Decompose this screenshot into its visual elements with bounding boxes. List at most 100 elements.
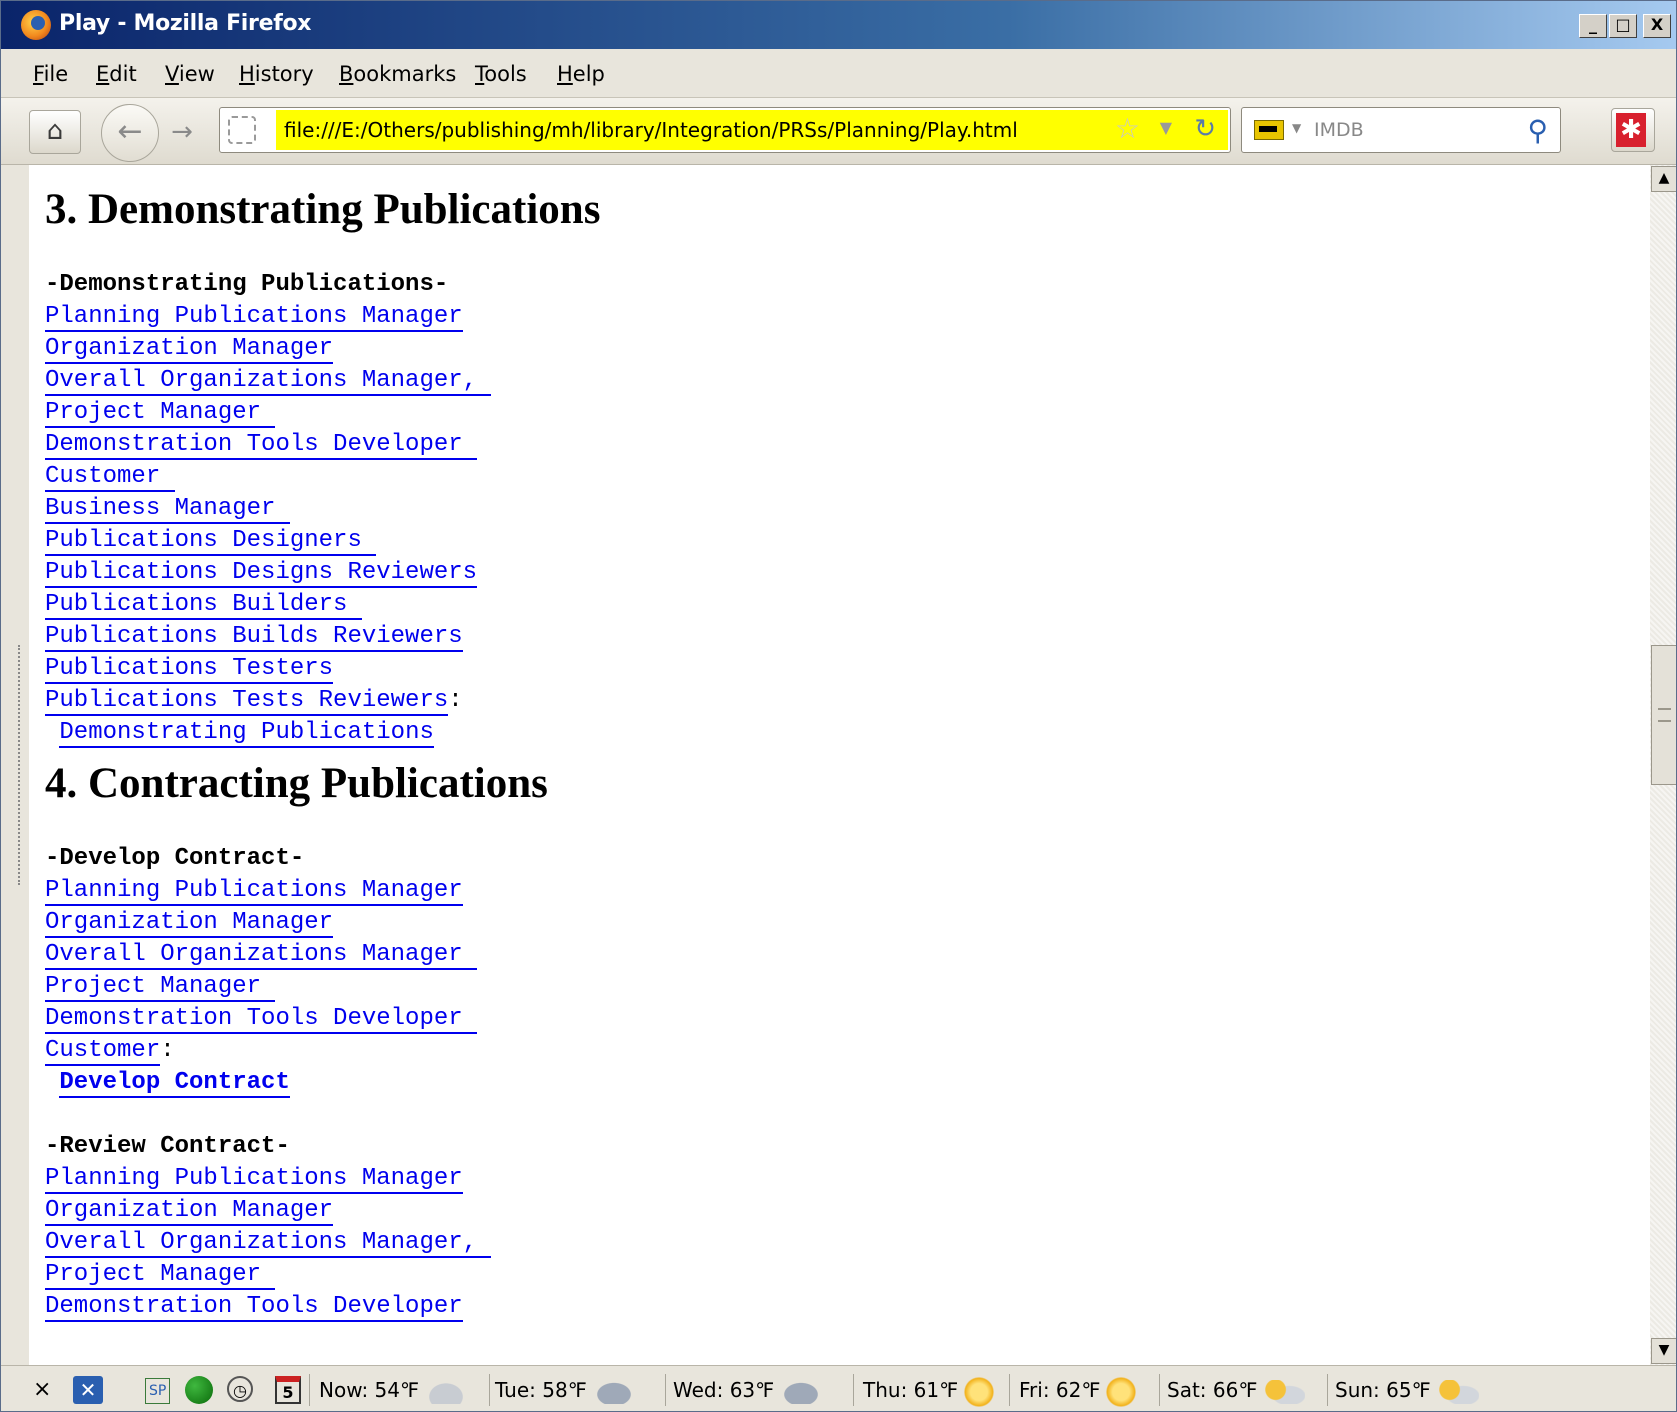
window-title: Play - Mozilla Firefox [59, 11, 312, 36]
weather-sun[interactable]: Sun: 65℉ [1335, 1366, 1479, 1411]
calendar-icon[interactable]: 5 [275, 1376, 301, 1404]
role-link[interactable]: Project Manager [45, 1261, 276, 1290]
weather-label: Now: 54℉ [319, 1378, 420, 1402]
role-link[interactable]: Publications Designs Reviewers [45, 559, 478, 588]
cloud-icon [425, 1379, 468, 1404]
menu-edit[interactable]: Edit [96, 62, 137, 86]
back-button[interactable]: ← [101, 104, 159, 162]
firefox-logo-icon [21, 10, 51, 40]
sun-icon [1106, 1376, 1137, 1407]
section-heading: 3. Demonstrating Publications [45, 186, 601, 233]
block-header: -Review Contract- [45, 1133, 290, 1160]
weather-thu[interactable]: Thu: 61℉ [863, 1366, 995, 1411]
search-box[interactable]: ▼ IMDB ⚲ [1241, 107, 1561, 153]
role-link[interactable]: Publications Testers [45, 655, 334, 684]
sidebar-splitter-grip[interactable] [18, 645, 22, 885]
activity-link[interactable]: Demonstrating Publications [59, 719, 434, 748]
bookmark-star-icon[interactable]: ☆ [1115, 112, 1140, 145]
role-link[interactable]: Publications Designers [45, 527, 377, 556]
role-link[interactable]: Organization Manager [45, 909, 334, 938]
sp-icon[interactable]: SP [145, 1378, 171, 1404]
close-addon-bar-icon[interactable]: × [33, 1366, 51, 1411]
role-link[interactable]: Customer [45, 1037, 161, 1066]
partly-cloudy-icon [1263, 1379, 1306, 1404]
search-engine-dropdown-icon[interactable]: ▼ [1292, 121, 1301, 135]
partly-cloudy-icon [1436, 1379, 1479, 1404]
imdb-engine-icon[interactable] [1254, 120, 1284, 140]
weather-label: Tue: 58℉ [495, 1378, 587, 1402]
menu-history[interactable]: History [239, 62, 314, 86]
role-link[interactable]: Business Manager [45, 495, 290, 524]
menu-view[interactable]: View [165, 62, 215, 86]
role-link[interactable]: Overall Organizations Manager [45, 941, 478, 970]
forward-arrow-icon: → [171, 117, 193, 147]
role-link[interactable]: Demonstration Tools Developer [45, 431, 478, 460]
role-link[interactable]: Planning Publications Manager [45, 877, 463, 906]
page-content: 3. Demonstrating Publications -Demonstra… [29, 165, 1650, 1365]
scroll-up-arrow-icon[interactable]: ▲ [1651, 166, 1676, 192]
close-button[interactable]: X [1643, 14, 1671, 38]
status-bar: × ✕ SP ◷ 5 Now: 54℉ Tue: 58℉ Wed: 63℉ Th… [1, 1365, 1676, 1411]
forward-button[interactable]: → [159, 110, 205, 154]
status-globe-icon[interactable] [185, 1376, 213, 1404]
role-link[interactable]: Organization Manager [45, 335, 334, 364]
weather-sat[interactable]: Sat: 66℉ [1167, 1366, 1306, 1411]
addon-icon: ✱ [1616, 113, 1646, 147]
weather-tue[interactable]: Tue: 58℉ [495, 1366, 635, 1411]
search-magnifier-icon[interactable]: ⚲ [1527, 114, 1548, 147]
roles-suffix: : [160, 1037, 175, 1064]
search-input[interactable]: IMDB [1314, 108, 1364, 152]
url-input[interactable]: file:///E:/Others/publishing/mh/library/… [276, 110, 1228, 150]
weather-fri[interactable]: Fri: 62℉ [1019, 1366, 1137, 1411]
role-link[interactable]: Overall Organizations Manager, [45, 1229, 492, 1258]
menu-help[interactable]: Help [557, 62, 605, 86]
play-block: -Develop Contract- Planning Publications… [45, 843, 492, 1323]
activity-link[interactable]: Develop Contract [59, 1069, 290, 1098]
address-bar[interactable]: file:///E:/Others/publishing/mh/library/… [219, 107, 1231, 153]
maximize-button[interactable]: □ [1609, 14, 1637, 38]
role-link[interactable]: Publications Tests Reviewers [45, 687, 449, 716]
role-link[interactable]: Project Manager [45, 973, 276, 1002]
weather-label: Wed: 63℉ [673, 1378, 775, 1402]
minimize-button[interactable]: _ [1579, 14, 1607, 38]
scroll-down-arrow-icon[interactable]: ▼ [1651, 1338, 1676, 1364]
clock-icon[interactable]: ◷ [227, 1376, 253, 1402]
role-link[interactable]: Demonstration Tools Developer [45, 1293, 463, 1322]
menu-bar: File Edit View History Bookmarks Tools H… [1, 49, 1676, 98]
rain-cloud-icon [780, 1379, 823, 1404]
sun-icon [964, 1376, 995, 1407]
addon-button[interactable]: ✱ [1611, 108, 1655, 152]
role-link[interactable]: Demonstration Tools Developer [45, 1005, 478, 1034]
weather-label: Sun: 65℉ [1335, 1378, 1431, 1402]
role-link[interactable]: Planning Publications Manager [45, 1165, 463, 1194]
section-heading: 4. Contracting Publications [45, 760, 548, 807]
weather-label: Thu: 61℉ [863, 1378, 959, 1402]
navigation-toolbar: ⌂ ← → file:///E:/Others/publishing/mh/li… [1, 98, 1676, 165]
vertical-scrollbar[interactable]: ▲ ▼ [1650, 165, 1676, 1365]
menu-tools[interactable]: Tools [475, 62, 527, 86]
role-link[interactable]: Publications Builds Reviewers [45, 623, 463, 652]
role-link[interactable]: Overall Organizations Manager, [45, 367, 492, 396]
menu-bookmarks[interactable]: Bookmarks [339, 62, 456, 86]
block-header: -Demonstrating Publications- [45, 271, 449, 298]
role-link[interactable]: Customer [45, 463, 175, 492]
site-identity-icon[interactable] [228, 116, 256, 144]
browser-window: Play - Mozilla Firefox _ □ X File Edit V… [0, 0, 1677, 1412]
role-link[interactable]: Organization Manager [45, 1197, 334, 1226]
scrollbar-thumb[interactable] [1651, 645, 1676, 785]
url-history-dropdown-icon[interactable]: ▼ [1160, 118, 1172, 137]
back-arrow-icon: ← [117, 114, 143, 149]
menu-file[interactable]: File [33, 62, 68, 86]
role-link[interactable]: Planning Publications Manager [45, 303, 463, 332]
weather-wed[interactable]: Wed: 63℉ [673, 1366, 823, 1411]
role-link[interactable]: Publications Builders [45, 591, 362, 620]
xmarks-icon[interactable]: ✕ [73, 1376, 103, 1404]
home-button[interactable]: ⌂ [29, 110, 81, 154]
weather-now[interactable]: Now: 54℉ [319, 1366, 468, 1411]
rain-cloud-icon [592, 1379, 635, 1404]
role-link[interactable]: Project Manager [45, 399, 276, 428]
weather-label: Sat: 66℉ [1167, 1378, 1258, 1402]
reload-icon[interactable]: ↻ [1194, 114, 1216, 144]
block-header: -Develop Contract- [45, 845, 305, 872]
home-icon: ⌂ [46, 116, 64, 146]
